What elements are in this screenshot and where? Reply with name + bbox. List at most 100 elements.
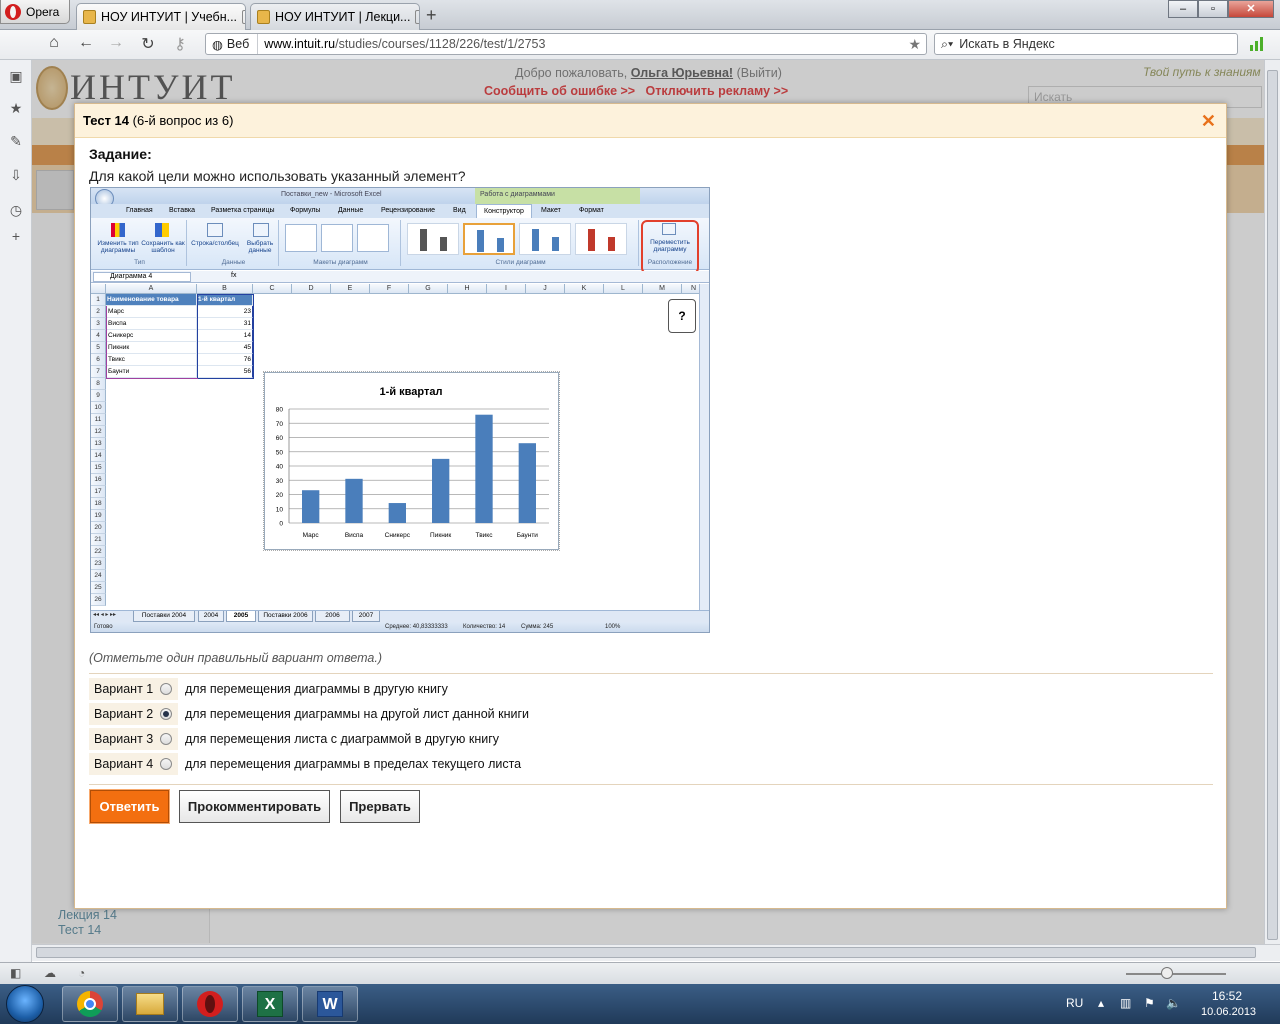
- ribbon-tab[interactable]: Разметка страницы: [211, 207, 275, 214]
- column-header[interactable]: J: [526, 284, 565, 294]
- sheet-tab[interactable]: Поставки 2006: [258, 611, 313, 622]
- language-indicator[interactable]: RU: [1066, 996, 1083, 1010]
- excel-name-box[interactable]: Диаграмма 4: [93, 272, 191, 282]
- close-icon[interactable]: ✕: [415, 10, 419, 24]
- ribbon-tab[interactable]: Главная: [126, 207, 153, 214]
- option-text[interactable]: для перемещения листа с диаграммой в дру…: [185, 732, 499, 746]
- option-4[interactable]: Вариант 4 для перемещения диаграммы в пре…: [89, 753, 521, 775]
- select-data-button[interactable]: Выбрать данные: [243, 240, 277, 254]
- notes-icon[interactable]: ✎: [8, 133, 24, 149]
- row-header[interactable]: 10: [91, 402, 106, 414]
- row-header[interactable]: 1: [91, 294, 106, 306]
- row-header[interactable]: 6: [91, 354, 106, 366]
- tray-arrow-icon[interactable]: ▴: [1098, 996, 1104, 1010]
- row-header[interactable]: 14: [91, 450, 106, 462]
- style-thumb-red[interactable]: [575, 223, 627, 255]
- sheet-tab[interactable]: 2004: [198, 611, 224, 622]
- select-all-corner[interactable]: [91, 284, 106, 294]
- bookmarks-panel-icon[interactable]: ▣: [8, 68, 24, 84]
- table-cell[interactable]: Марс: [106, 306, 197, 318]
- change-chart-type-button[interactable]: Изменить тип диаграммы: [95, 240, 141, 254]
- row-header[interactable]: 13: [91, 438, 106, 450]
- ribbon-tab[interactable]: Вставка: [169, 207, 195, 214]
- taskbar-chrome[interactable]: [62, 986, 118, 1022]
- speed-dial-icon[interactable]: ◔: [78, 966, 85, 980]
- submit-button[interactable]: Ответить: [89, 789, 170, 824]
- option-text[interactable]: для перемещения диаграммы в другую книгу: [185, 682, 448, 696]
- row-header[interactable]: 15: [91, 462, 106, 474]
- table-cell[interactable]: 45: [197, 342, 253, 354]
- sheet-nav-arrows-icon[interactable]: ◂◂ ◂ ▸ ▸▸: [93, 611, 116, 618]
- close-icon[interactable]: ✕: [1201, 111, 1216, 132]
- browser-search-input[interactable]: ⌕▾ Искать в Яндекс: [934, 33, 1238, 55]
- table-cell[interactable]: Виспа: [106, 318, 197, 330]
- row-header[interactable]: 19: [91, 510, 106, 522]
- table-cell[interactable]: 23: [197, 306, 253, 318]
- home-icon[interactable]: ⌂: [44, 34, 64, 52]
- history-clock-icon[interactable]: ◷: [8, 202, 24, 218]
- table-header-cell[interactable]: 1-й квартал: [197, 294, 253, 306]
- column-header[interactable]: E: [331, 284, 370, 294]
- option-text[interactable]: для перемещения диаграммы на другой лист…: [185, 707, 529, 721]
- switch-row-column-button[interactable]: Строка/столбец: [189, 240, 241, 247]
- option-text[interactable]: для перемещения диаграммы в пределах тек…: [185, 757, 521, 771]
- table-header-cell[interactable]: Наименование товара: [106, 294, 197, 306]
- excel-vscroll[interactable]: [699, 284, 709, 610]
- table-cell[interactable]: 76: [197, 354, 253, 366]
- zoom-slider[interactable]: [1126, 973, 1226, 975]
- column-header[interactable]: F: [370, 284, 409, 294]
- address-web-badge[interactable]: ◍ Веб: [206, 34, 259, 54]
- row-header[interactable]: 12: [91, 426, 106, 438]
- add-panel-plus-icon[interactable]: +: [8, 228, 24, 244]
- row-header[interactable]: 5: [91, 342, 106, 354]
- column-header[interactable]: D: [292, 284, 331, 294]
- close-icon[interactable]: ✕: [242, 10, 245, 24]
- panel-toggle-icon[interactable]: ◧: [10, 966, 21, 980]
- column-header[interactable]: M: [643, 284, 682, 294]
- row-header[interactable]: 25: [91, 582, 106, 594]
- style-thumb-blue-selected[interactable]: [463, 223, 515, 255]
- opera-menu-button[interactable]: Opera: [0, 0, 70, 24]
- row-header[interactable]: 3: [91, 318, 106, 330]
- comment-button[interactable]: Прокомментировать: [179, 790, 330, 823]
- vertical-scroll-thumb[interactable]: [1267, 70, 1278, 940]
- ribbon-tab[interactable]: Вид: [453, 207, 466, 214]
- taskbar-word[interactable]: W: [302, 986, 358, 1022]
- row-header[interactable]: 4: [91, 330, 106, 342]
- zoom-slider-thumb[interactable]: [1161, 967, 1173, 979]
- table-cell[interactable]: 31: [197, 318, 253, 330]
- row-header[interactable]: 24: [91, 570, 106, 582]
- row-header[interactable]: 20: [91, 522, 106, 534]
- table-cell[interactable]: Баунти: [106, 366, 197, 378]
- horizontal-scroll-thumb[interactable]: [36, 947, 1256, 958]
- cloud-icon[interactable]: ☁: [44, 966, 56, 980]
- forward-arrow-icon[interactable]: →: [106, 34, 126, 52]
- row-header[interactable]: 22: [91, 546, 106, 558]
- row-header[interactable]: 9: [91, 390, 106, 402]
- sheet-tab[interactable]: 2007: [352, 611, 380, 622]
- table-cell[interactable]: 56: [197, 366, 253, 378]
- layout-thumb[interactable]: [285, 224, 317, 252]
- column-header[interactable]: H: [448, 284, 487, 294]
- tab-intuit-lecture[interactable]: НОУ ИНТУИТ | Лекци... ✕: [250, 3, 420, 30]
- window-close-button[interactable]: ✕: [1228, 0, 1274, 18]
- row-header[interactable]: 8: [91, 378, 106, 390]
- row-header[interactable]: 16: [91, 474, 106, 486]
- row-header[interactable]: 18: [91, 498, 106, 510]
- row-header[interactable]: 23: [91, 558, 106, 570]
- save-template-button[interactable]: Сохранить как шаблон: [141, 240, 185, 254]
- tab-intuit-course[interactable]: НОУ ИНТУИТ | Учебн... ✕: [76, 3, 246, 30]
- option-2[interactable]: Вариант 2 для перемещения диаграммы на др…: [89, 703, 529, 725]
- address-url[interactable]: www.intuit.ru/studies/courses/1128/226/t…: [258, 37, 545, 51]
- back-arrow-icon[interactable]: ←: [76, 34, 96, 52]
- ribbon-tab[interactable]: Формат: [579, 207, 604, 214]
- start-button[interactable]: [6, 985, 44, 1023]
- action-center-flag-icon[interactable]: ⚑: [1144, 996, 1155, 1010]
- table-cell[interactable]: Твикс: [106, 354, 197, 366]
- clock-time[interactable]: 16:52: [1212, 989, 1242, 1003]
- column-header[interactable]: C: [253, 284, 292, 294]
- ribbon-tab[interactable]: Данные: [338, 207, 363, 214]
- sheet-tab[interactable]: Поставки 2004: [133, 611, 195, 622]
- column-header[interactable]: L: [604, 284, 643, 294]
- style-thumb-blue[interactable]: [519, 223, 571, 255]
